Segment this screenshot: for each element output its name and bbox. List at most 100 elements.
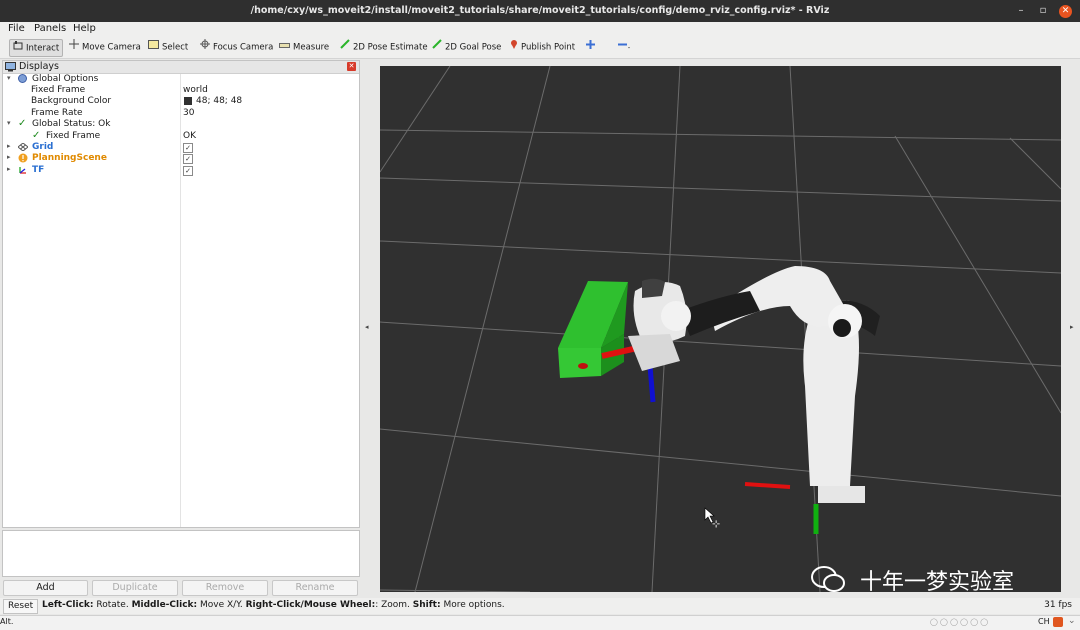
fixed-frame-key: Fixed Frame bbox=[31, 85, 86, 95]
language-indicator[interactable]: CH bbox=[1038, 617, 1050, 626]
display-item-grid[interactable]: ▸ Grid ✓ bbox=[3, 142, 359, 153]
expanded-arrow-icon[interactable]: ▾ bbox=[7, 119, 11, 127]
maximize-icon[interactable]: ▫ bbox=[1036, 4, 1050, 18]
robot-arm[interactable] bbox=[628, 266, 880, 503]
hint-rotate: Rotate. bbox=[93, 600, 132, 610]
select-box-icon bbox=[148, 39, 159, 55]
checkmark-icon: ✓ bbox=[32, 130, 41, 141]
add-tool-button[interactable] bbox=[586, 39, 598, 55]
hint-right-click: Right-Click/Mouse Wheel: bbox=[245, 600, 376, 610]
tf-checkbox[interactable]: ✓ bbox=[183, 166, 193, 176]
scene-canvas: ⊹ bbox=[380, 66, 1061, 592]
window-title: /home/cxy/ws_moveit2/install/moveit2_tut… bbox=[250, 5, 830, 16]
green-arrow-icon bbox=[340, 39, 350, 55]
green-box-obstacle[interactable] bbox=[558, 281, 628, 378]
menu-file[interactable]: File bbox=[8, 23, 25, 34]
wechat-watermark: 十年一梦实验室 bbox=[810, 562, 1050, 596]
duplicate-button[interactable]: Duplicate bbox=[92, 580, 178, 596]
move-arrows-icon bbox=[69, 39, 79, 55]
focus-camera-label: Focus Camera bbox=[213, 42, 274, 53]
tool-bar: Interact Move Camera Select Focus Camera… bbox=[0, 37, 1080, 59]
goal-pose-label: 2D Goal Pose bbox=[445, 42, 502, 53]
rename-button[interactable]: Rename bbox=[272, 580, 358, 596]
frame-rate-value[interactable]: 30 bbox=[183, 108, 194, 118]
background-color-row[interactable]: Background Color 48; 48; 48 bbox=[3, 96, 359, 107]
planning-scene-label: PlanningScene bbox=[32, 153, 107, 163]
status-fixed-frame-row[interactable]: ✓ Fixed Frame OK bbox=[3, 130, 359, 142]
collapsed-arrow-icon[interactable]: ▸ bbox=[7, 142, 11, 150]
status-fixed-frame-value: OK bbox=[183, 131, 196, 141]
tf-axes-icon bbox=[18, 165, 28, 178]
background-color-value[interactable]: 48; 48; 48 bbox=[196, 96, 242, 106]
display-item-planning-scene[interactable]: ▸ PlanningScene ✓ bbox=[3, 153, 359, 164]
system-taskbar: Alt. ◯ ◯ ◯ ◯ ◯ ◯ CH ⌄ bbox=[0, 615, 1080, 630]
select-tool-button[interactable]: Select bbox=[148, 39, 188, 55]
hint-move: Move X/Y. bbox=[197, 600, 246, 610]
base-x-axis-red bbox=[744, 482, 791, 489]
goal-pose-tool-button[interactable]: 2D Goal Pose bbox=[432, 39, 501, 55]
close-window-icon[interactable]: ✕ bbox=[1059, 5, 1072, 18]
menu-help[interactable]: Help bbox=[73, 23, 96, 34]
global-options-label: Global Options bbox=[32, 74, 99, 84]
global-status-label: Global Status: Ok bbox=[32, 119, 111, 129]
map-pin-icon bbox=[510, 39, 518, 55]
close-panel-icon[interactable]: ✕ bbox=[347, 62, 356, 71]
interact-tool-button[interactable]: Interact bbox=[9, 39, 64, 57]
input-method-icon[interactable] bbox=[1053, 617, 1063, 627]
tf-label: TF bbox=[32, 165, 45, 175]
green-arrow-icon bbox=[432, 39, 442, 55]
background-color-key: Background Color bbox=[31, 96, 112, 106]
planning-scene-checkbox[interactable]: ✓ bbox=[183, 154, 193, 164]
move-camera-tool-button[interactable]: Move Camera bbox=[69, 39, 141, 55]
checkmark-icon: ✓ bbox=[18, 118, 27, 129]
global-options-row[interactable]: ▾ Global Options bbox=[3, 74, 359, 85]
minimize-icon[interactable]: – bbox=[1014, 4, 1028, 18]
frame-rate-key: Frame Rate bbox=[31, 108, 83, 118]
pose-estimate-label: 2D Pose Estimate bbox=[353, 42, 428, 53]
focus-camera-tool-button[interactable]: Focus Camera bbox=[200, 39, 273, 55]
mouse-hint: Left-Click: Rotate. Middle-Click: Move X… bbox=[42, 600, 505, 610]
color-swatch[interactable] bbox=[184, 97, 192, 105]
z-axis-blue bbox=[647, 365, 656, 403]
collapsed-arrow-icon[interactable]: ▸ bbox=[7, 165, 11, 173]
fps-counter: 31 fps bbox=[1044, 600, 1072, 610]
frame-rate-row[interactable]: Frame Rate 30 bbox=[3, 108, 359, 119]
publish-point-tool-button[interactable]: Publish Point bbox=[510, 39, 575, 55]
minus-icon bbox=[618, 39, 630, 55]
collapse-left-panel-icon[interactable]: ◂ bbox=[365, 323, 369, 331]
property-description-box bbox=[2, 530, 360, 577]
menu-panels[interactable]: Panels bbox=[34, 23, 66, 34]
watermark-text: 十年一梦实验室 bbox=[860, 570, 1015, 595]
hint-shift: Shift: bbox=[412, 600, 441, 610]
fixed-frame-value[interactable]: world bbox=[183, 85, 208, 95]
reset-button[interactable]: Reset bbox=[3, 599, 39, 614]
hint-middle-click: Middle-Click: bbox=[131, 600, 198, 610]
measure-tool-button[interactable]: Measure bbox=[279, 39, 329, 55]
hint-zoom: : Zoom. bbox=[375, 600, 413, 610]
display-item-tf[interactable]: ▸ TF ✓ bbox=[3, 165, 359, 176]
remove-button[interactable]: Remove bbox=[182, 580, 268, 596]
pose-estimate-tool-button[interactable]: 2D Pose Estimate bbox=[340, 39, 428, 55]
ruler-icon bbox=[279, 39, 290, 55]
3d-render-view[interactable]: ⊹ bbox=[380, 66, 1061, 592]
window-titlebar: /home/cxy/ws_moveit2/install/moveit2_tut… bbox=[0, 0, 1080, 22]
expanded-arrow-icon[interactable]: ▾ bbox=[7, 74, 11, 82]
add-button[interactable]: Add bbox=[3, 580, 88, 596]
focus-target-icon bbox=[200, 39, 210, 55]
fixed-frame-row[interactable]: Fixed Frame world bbox=[3, 85, 359, 96]
publish-point-label: Publish Point bbox=[521, 42, 576, 53]
plus-icon bbox=[586, 39, 595, 55]
move-camera-label: Move Camera bbox=[82, 42, 141, 53]
displays-title: Displays bbox=[19, 61, 59, 72]
hint-more: More options. bbox=[440, 600, 505, 610]
global-status-row[interactable]: ▾ ✓ Global Status: Ok bbox=[3, 118, 359, 130]
grid-checkbox[interactable]: ✓ bbox=[183, 143, 193, 153]
collapsed-arrow-icon[interactable]: ▸ bbox=[7, 153, 11, 161]
grid-label: Grid bbox=[32, 142, 54, 152]
collapse-right-panel-icon[interactable]: ▸ bbox=[1070, 323, 1074, 331]
select-label: Select bbox=[162, 42, 189, 53]
remove-tool-button[interactable] bbox=[618, 39, 633, 55]
chevron-down-icon[interactable]: ⌄ bbox=[1068, 616, 1076, 626]
status-bar: Reset Left-Click: Rotate. Middle-Click: … bbox=[0, 598, 1080, 614]
measure-label: Measure bbox=[293, 42, 330, 53]
